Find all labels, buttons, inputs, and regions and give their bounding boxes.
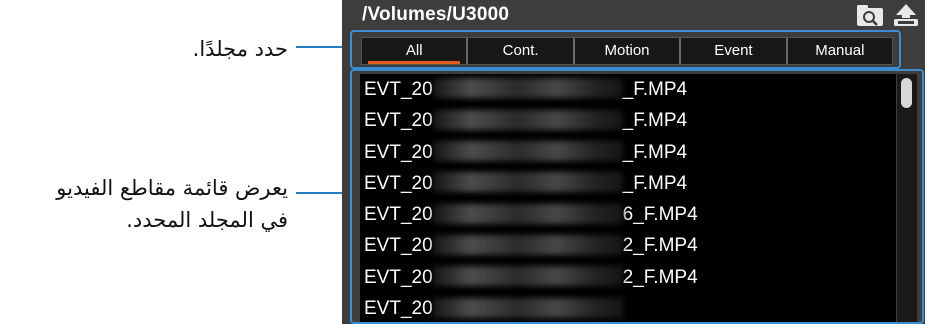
folder-search-icon[interactable]: [856, 3, 884, 27]
select-folder-callout: حدد مجلدًا.: [192, 37, 288, 61]
video-list-callout: يعرض قائمة مقاطع الفيديو في المجلد المحد…: [56, 172, 288, 236]
video-list-callout-line-1: يعرض قائمة مقاطع الفيديو: [56, 176, 288, 200]
video-list-callout-line-2: في المجلد المحدد.: [126, 208, 288, 232]
app-window: /Volumes/U3000 All Cont. Motion Event Ma…: [342, 0, 925, 324]
tabs-highlight-box: [350, 30, 901, 69]
eject-icon[interactable]: [892, 3, 920, 27]
list-highlight-box: [350, 69, 924, 324]
current-folder-path: /Volumes/U3000: [362, 4, 510, 25]
